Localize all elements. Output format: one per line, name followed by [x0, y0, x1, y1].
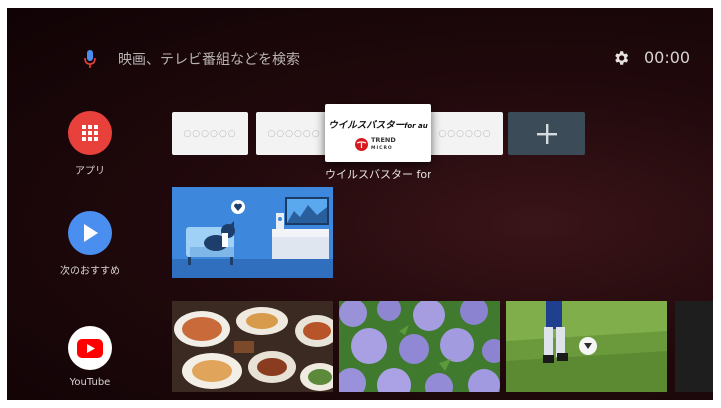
trend-logo-sub: MICRO	[371, 146, 393, 151]
gear-icon[interactable]	[612, 49, 630, 67]
top-bar: 映画、テレビ番組などを検索 00:00	[7, 8, 713, 108]
play-icon	[68, 211, 112, 255]
youtube-card-soccer[interactable]	[506, 301, 667, 392]
recommend-card[interactable]	[172, 187, 333, 278]
trend-ball-icon	[355, 138, 368, 151]
hydrangea-image	[339, 301, 500, 392]
apps-grid-icon	[68, 111, 112, 155]
sidebar-item-label: アプリ	[75, 166, 105, 177]
app-tile[interactable]: ○○○○○○	[427, 112, 503, 155]
app-tile[interactable]: ○○○○○○	[256, 112, 332, 155]
sidebar-item-label: 次のおすすめ	[60, 266, 120, 277]
youtube-card-food[interactable]	[172, 301, 333, 392]
app-logo-main: ウイルスバスター	[328, 120, 405, 131]
focused-app-caption: ウイルスバスター for au	[325, 168, 431, 181]
mic-icon[interactable]	[84, 50, 96, 68]
youtube-icon	[68, 326, 112, 370]
tv-home-screen: 映画、テレビ番組などを検索 00:00 アプリ 次のおすすめ YouTube ○…	[7, 8, 713, 400]
plus-icon	[536, 123, 557, 144]
app-logo-text: ウイルスバスターfor au	[325, 117, 431, 131]
trend-logo-main: TREND	[371, 136, 396, 144]
youtube-card-partial[interactable]	[675, 301, 713, 392]
app-logo-sub: for au	[404, 122, 428, 130]
sidebar-item-recommend[interactable]: 次のおすすめ	[57, 211, 123, 277]
trend-logo-text: TREND MICRO	[371, 137, 396, 152]
sidebar-item-label: YouTube	[69, 377, 111, 388]
youtube-card-hydrangea[interactable]	[339, 301, 500, 392]
app-tile-virusbuster-focused[interactable]: ウイルスバスターfor au TREND MICRO	[325, 104, 431, 162]
app-tile-placeholder: ○○○○○○	[267, 128, 321, 139]
search-input[interactable]: 映画、テレビ番組などを検索	[118, 49, 300, 69]
add-app-button[interactable]	[508, 112, 585, 155]
app-tile-placeholder: ○○○○○○	[438, 128, 492, 139]
food-image	[172, 301, 333, 392]
app-tile-placeholder: ○○○○○○	[183, 128, 237, 139]
dog-tv-illustration	[172, 187, 333, 278]
soccer-image	[506, 301, 667, 392]
app-tile[interactable]: ○○○○○○	[172, 112, 248, 155]
trend-micro-logo: TREND MICRO	[355, 137, 396, 152]
sidebar-item-apps[interactable]: アプリ	[57, 111, 123, 177]
clock: 00:00	[644, 48, 691, 67]
sidebar-item-youtube[interactable]: YouTube	[57, 326, 123, 388]
